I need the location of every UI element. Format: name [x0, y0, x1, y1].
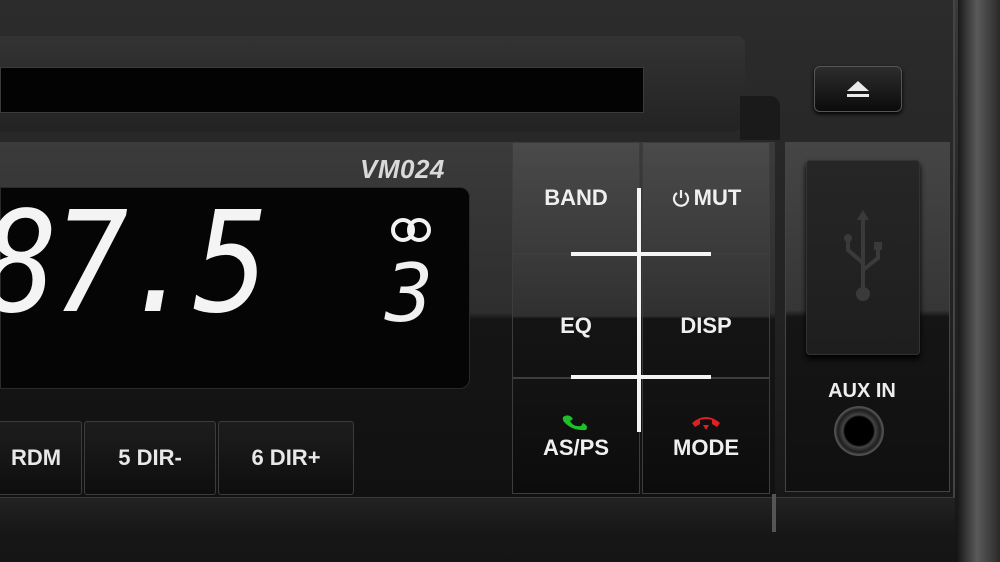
preset-button-label: RDM: [10, 445, 62, 470]
eject-button[interactable]: [814, 66, 902, 112]
model-label: VM024: [360, 154, 445, 184]
phone-hangup-icon: [692, 417, 720, 430]
phone-answer-icon: [562, 415, 587, 431]
band-button[interactable]: BAND: [512, 142, 640, 254]
cd-slot[interactable]: [0, 67, 644, 113]
preset-button-label: 6 DIR+: [251, 445, 321, 470]
band-label: BAND: [544, 185, 608, 210]
aux-in-jack[interactable]: [834, 406, 884, 456]
usb-icon: [844, 210, 882, 301]
power-icon: [672, 190, 689, 207]
preset-button-label: 5 DIR-: [118, 445, 182, 470]
asps-button[interactable]: AS/PS: [512, 378, 640, 494]
cd-panel-shadow: [740, 96, 780, 140]
eq-button[interactable]: EQ: [512, 254, 640, 378]
mute-label: MUT: [693, 185, 742, 210]
right-bezel: [958, 0, 1000, 562]
aux-in-label: AUX IN: [828, 380, 896, 402]
eject-icon: [847, 81, 869, 97]
preset-button-6-dir-plus[interactable]: 6 DIR+: [218, 421, 354, 495]
mode-button[interactable]: MODE: [642, 378, 770, 494]
asps-label: AS/PS: [542, 435, 610, 460]
mode-label: MODE: [673, 435, 739, 460]
stereo-icon: [391, 218, 431, 242]
control-cross-vertical: [637, 188, 641, 432]
bottom-strip: [0, 497, 955, 536]
preset-button-5-dir-minus[interactable]: 5 DIR-: [84, 421, 216, 495]
preset-indicator: 3: [385, 247, 434, 340]
control-cross-horizontal-top: [571, 252, 711, 256]
frequency-readout: 87.5: [0, 182, 269, 345]
disp-label: DISP: [680, 313, 732, 338]
panel-separator: [772, 494, 776, 532]
preset-button-rdm[interactable]: RDM: [0, 421, 82, 495]
control-cross-horizontal-bottom: [571, 375, 711, 379]
mute-button[interactable]: MUT: [642, 142, 770, 254]
disp-button[interactable]: DISP: [642, 254, 770, 378]
eq-label: EQ: [560, 313, 592, 338]
